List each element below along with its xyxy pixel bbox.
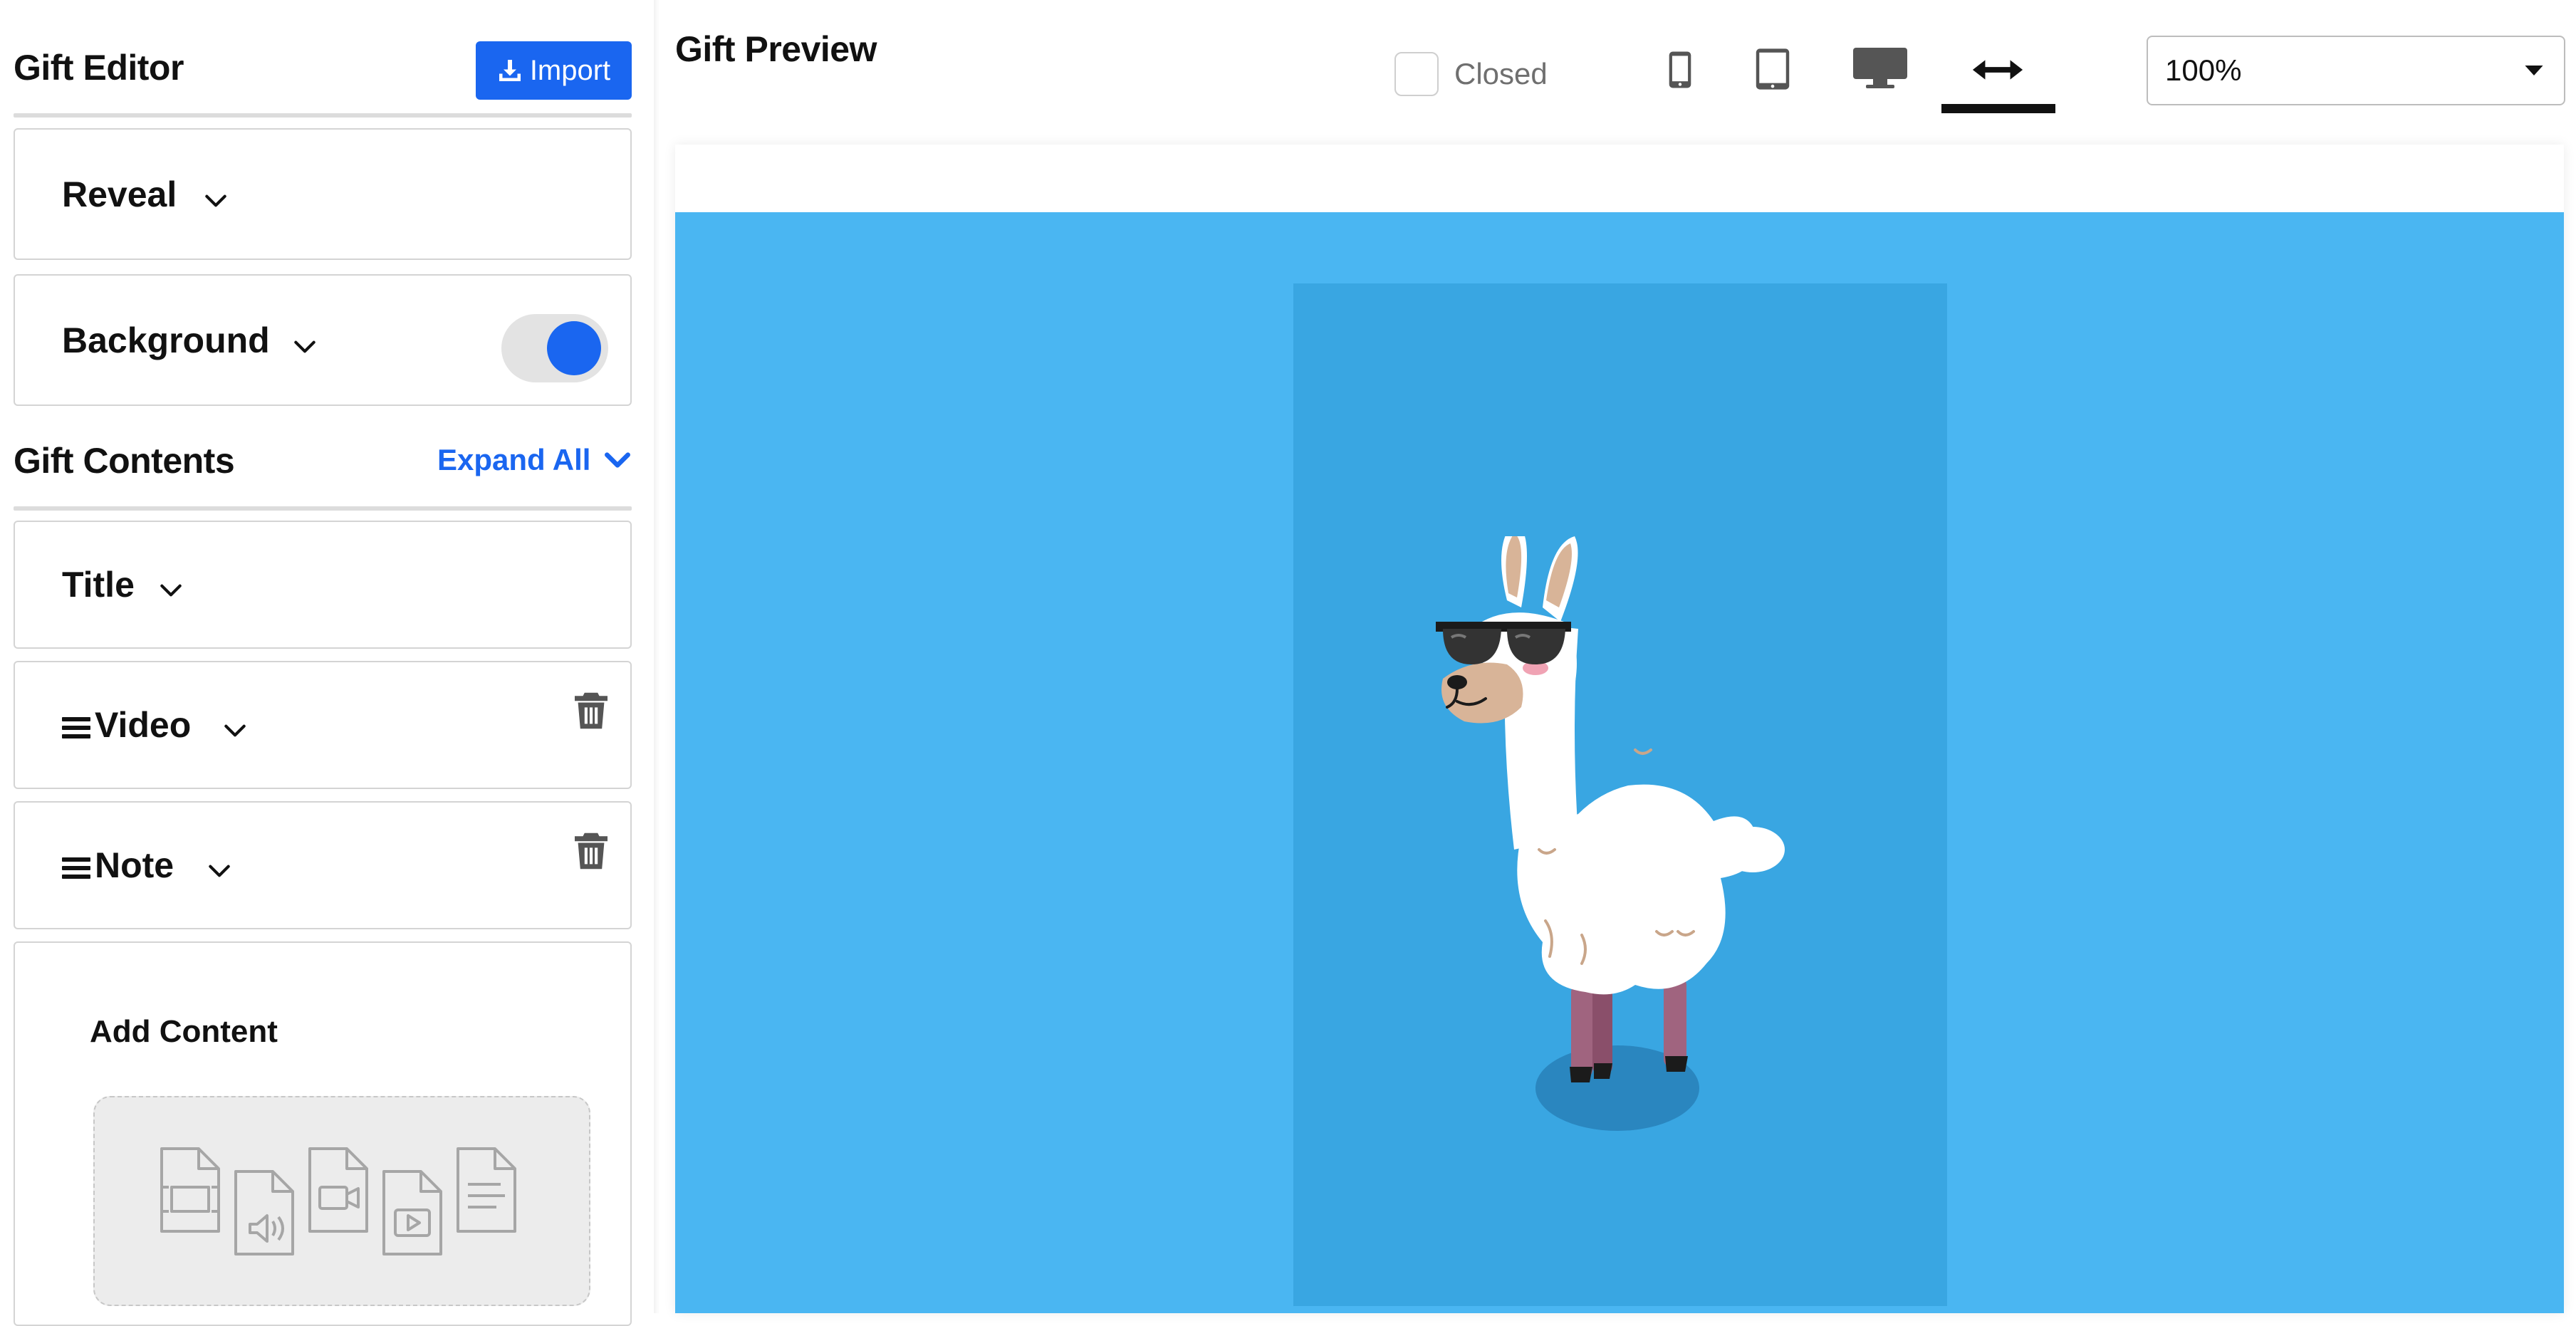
chevron-down-icon[interactable] <box>221 717 249 744</box>
llama-illustration <box>1436 536 1785 1131</box>
import-button[interactable]: Import <box>476 41 632 100</box>
chevron-down-icon[interactable] <box>202 187 229 214</box>
closed-checkbox-group[interactable]: Closed <box>1394 50 1548 98</box>
title-section[interactable]: Title <box>14 521 632 649</box>
content-type-icons <box>160 1147 516 1255</box>
editor-divider <box>14 113 632 118</box>
toggle-knob <box>547 321 601 375</box>
note-label: Note <box>95 845 174 885</box>
chevron-down-icon[interactable] <box>206 857 233 884</box>
note-label-row: Note <box>62 845 174 886</box>
add-content-dropzone[interactable] <box>93 1096 590 1306</box>
video-file-icon <box>308 1147 368 1233</box>
import-label: Import <box>529 54 611 86</box>
title-label: Title <box>62 565 135 605</box>
gift-contents-title: Gift Contents <box>14 441 235 481</box>
preview-content-panel <box>1293 283 1947 1306</box>
expand-all-link[interactable]: Expand All <box>437 439 633 481</box>
phone-icon[interactable] <box>1668 50 1692 90</box>
add-content-section: Add Content <box>14 941 632 1326</box>
chevron-down-icon[interactable] <box>157 577 184 604</box>
gift-preview-title: Gift Preview <box>675 29 877 69</box>
trash-icon[interactable] <box>575 691 608 731</box>
preview-background <box>675 212 2564 1313</box>
download-icon <box>499 60 521 81</box>
contents-divider <box>14 506 632 511</box>
expand-all-label: Expand All <box>437 443 591 476</box>
background-label: Background <box>62 320 270 360</box>
video-section[interactable]: Video <box>14 661 632 789</box>
reveal-label: Reveal <box>62 174 177 214</box>
video-label-row: Video <box>62 704 191 746</box>
note-section[interactable]: Note <box>14 801 632 929</box>
preview-frame <box>675 145 2564 1313</box>
trash-icon[interactable] <box>575 831 608 871</box>
zoom-select[interactable]: 100% <box>2147 36 2565 105</box>
full-width-icon[interactable] <box>1970 56 2025 84</box>
chevron-down-icon[interactable] <box>291 333 318 360</box>
reveal-section[interactable]: Reveal <box>14 128 632 260</box>
drag-handle-icon[interactable] <box>62 713 90 743</box>
left-panel-edge <box>654 0 659 1313</box>
closed-checkbox[interactable] <box>1394 52 1439 96</box>
image-file-icon <box>160 1147 220 1233</box>
active-device-indicator <box>1941 104 2055 113</box>
background-section[interactable]: Background <box>14 274 632 406</box>
play-file-icon <box>382 1170 442 1255</box>
zoom-value: 100% <box>2165 53 2242 87</box>
video-label: Video <box>95 705 192 745</box>
desktop-icon[interactable] <box>1852 44 1909 91</box>
add-content-title: Add Content <box>90 1014 278 1049</box>
drag-handle-icon[interactable] <box>62 853 90 883</box>
closed-label: Closed <box>1454 57 1548 90</box>
text-file-icon <box>457 1147 516 1233</box>
chevron-down-icon <box>605 452 631 468</box>
audio-file-icon <box>234 1170 294 1255</box>
tablet-icon[interactable] <box>1755 47 1790 91</box>
background-toggle[interactable] <box>501 314 608 382</box>
caret-down-icon <box>2525 66 2543 75</box>
gift-editor-title: Gift Editor <box>14 48 184 88</box>
